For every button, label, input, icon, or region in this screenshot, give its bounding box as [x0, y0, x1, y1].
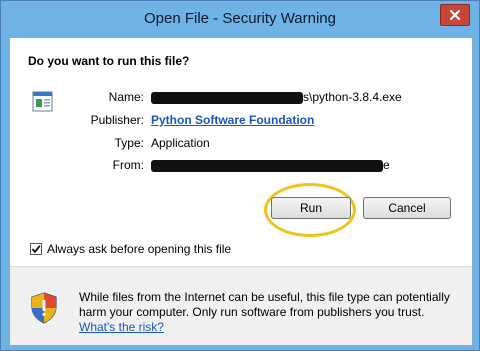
publisher-label: Publisher:	[90, 113, 144, 127]
name-value: s\python-3.8.4.exe	[151, 90, 402, 104]
close-icon	[449, 9, 461, 21]
name-label: Name:	[108, 90, 144, 104]
redacted-path	[151, 91, 303, 104]
security-warning-dialog: Open File - Security Warning Do you want…	[0, 0, 480, 351]
from-label: From:	[112, 158, 144, 172]
dialog-body: Do you want to run this file? Name: s\py…	[9, 37, 473, 345]
warning-text-block: While files from the Internet can be use…	[79, 290, 459, 335]
warning-message: While files from the Internet can be use…	[79, 290, 450, 319]
from-value: e	[151, 158, 390, 172]
title-bar[interactable]: Open File - Security Warning	[1, 1, 479, 37]
window-title: Open File - Security Warning	[143, 10, 336, 27]
checkmark-icon	[31, 245, 41, 254]
publisher-link[interactable]: Python Software Foundation	[151, 113, 314, 127]
dialog-question: Do you want to run this file?	[28, 54, 190, 68]
run-button[interactable]: Run	[271, 197, 351, 219]
close-button[interactable]	[440, 4, 470, 26]
from-suffix-text: e	[383, 158, 390, 172]
file-name-text: s\python-3.8.4.exe	[303, 90, 402, 104]
always-ask-checkbox[interactable]	[30, 243, 42, 255]
always-ask-label[interactable]: Always ask before opening this file	[47, 242, 231, 256]
cancel-button[interactable]: Cancel	[363, 197, 451, 219]
shield-warning-icon	[31, 292, 57, 324]
type-value: Application	[151, 136, 210, 150]
redacted-source	[151, 159, 383, 172]
type-label: Type:	[114, 136, 144, 150]
whats-the-risk-link[interactable]: What's the risk?	[79, 320, 164, 334]
